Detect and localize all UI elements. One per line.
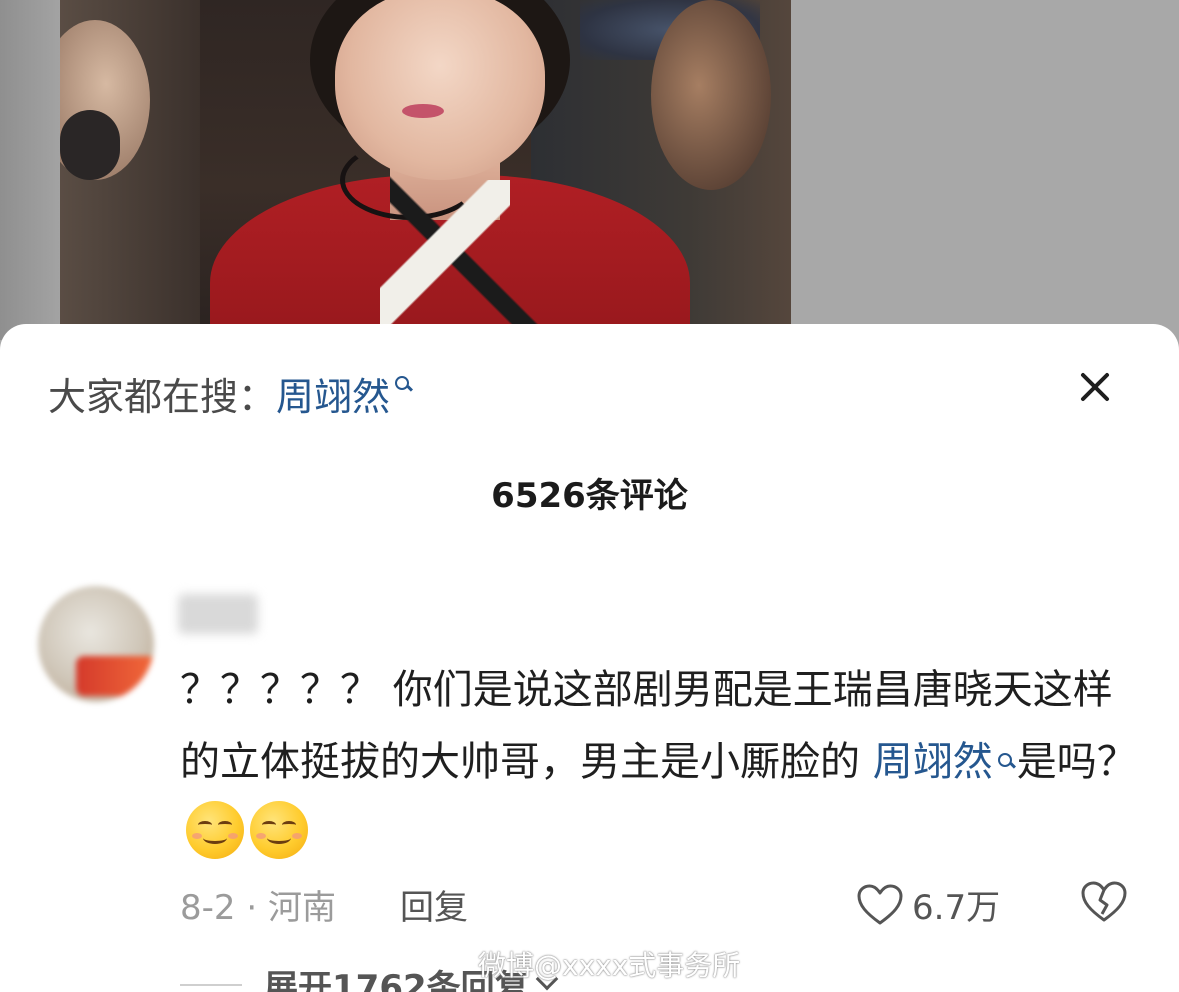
username[interactable]: 昵称 (178, 594, 258, 634)
comment-text: ？？？？？ 你们是说这部剧男配是王瑞昌唐晓天这样的立体挺拔的大帅哥，男主是小厮脸… (180, 654, 1140, 870)
comment-count: 6526条评论 (491, 476, 688, 516)
comment-text-part2: 是吗？ (1016, 739, 1137, 785)
search-icon (995, 751, 1017, 777)
like-button[interactable]: 6.7万 (856, 880, 1000, 929)
heart-icon (857, 884, 903, 924)
post-photo[interactable] (60, 0, 791, 340)
hot-search-prefix: 大家都在搜： (48, 375, 277, 419)
hot-search-term[interactable]: 周翊然 (276, 372, 390, 422)
smile-emoji-icon (250, 801, 308, 859)
watermark: 微博@xxxx式事务所 (478, 949, 741, 982)
search-icon (392, 374, 414, 400)
post-image-area (0, 0, 1179, 340)
close-button[interactable] (1072, 364, 1118, 410)
adjacent-image-strip (0, 0, 60, 340)
broken-heart-icon[interactable] (1080, 880, 1128, 924)
comment-date-location: 8-2 · 河南 (180, 888, 336, 928)
divider (180, 983, 242, 986)
avatar[interactable] (38, 586, 154, 702)
mention-link[interactable]: 周翊然 (873, 739, 993, 785)
comment-sheet: 大家都在搜： 周翊然 6526条评论 昵称 ？？？？？ 你们是说这部剧男配是王瑞… (0, 324, 1179, 992)
reply-button[interactable]: 回复 (400, 880, 468, 929)
smile-emoji-icon (186, 801, 244, 859)
image-margin (791, 0, 1179, 340)
hot-search-banner[interactable]: 大家都在搜： 周翊然 (48, 372, 414, 422)
like-count: 6.7万 (912, 888, 1001, 928)
